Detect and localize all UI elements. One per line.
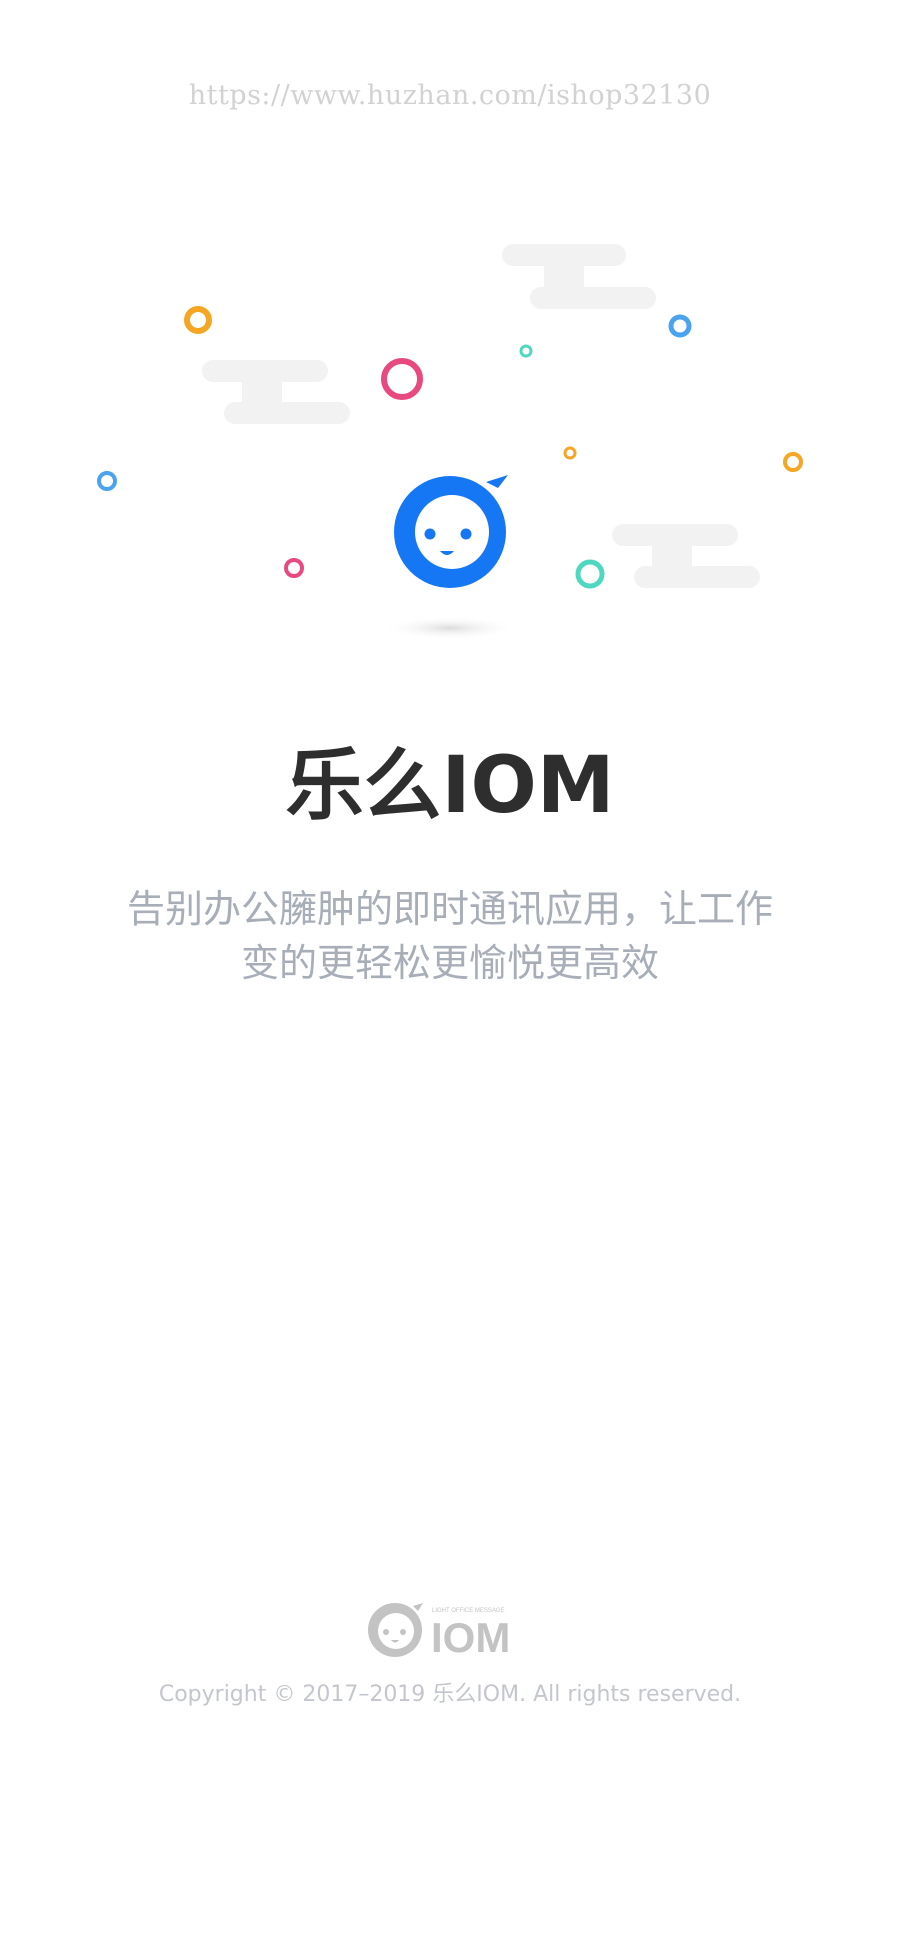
footer-logo: LIGHT OFFICE MESSAGE IOM <box>0 1598 900 1662</box>
mascot-shadow <box>382 616 518 640</box>
app-title: 乐么IOM <box>285 741 615 831</box>
bubble-ring-icon <box>184 306 212 334</box>
mascot-logo-icon <box>394 475 508 588</box>
copyright-text: Copyright © 2017–2019 乐么IOM. All rights … <box>158 1682 742 1707</box>
tagline-line-1: 告别办公臃肿的即时通讯应用，让工作 <box>126 887 773 931</box>
bubble-ring-icon <box>519 344 533 358</box>
bubble-ring-icon <box>284 558 304 578</box>
mascot-logo-icon <box>368 1603 423 1657</box>
bubble-ring-icon <box>668 314 692 338</box>
bubble-ring-icon <box>575 559 605 589</box>
cloud-icon <box>502 244 656 309</box>
hero-illustration <box>0 220 900 660</box>
bubble-ring-icon <box>97 471 117 491</box>
tagline-line-2: 变的更轻松更愉悦更高效 <box>240 941 659 985</box>
app-tagline: 告别办公臃肿的即时通讯应用，让工作 变的更轻松更愉悦更高效 <box>90 882 810 990</box>
bubble-ring-icon <box>783 452 803 472</box>
bubble-ring-icon <box>381 358 423 400</box>
bubble-ring-icon <box>563 446 577 460</box>
cloud-icon <box>202 360 350 424</box>
logo-text: IOM <box>431 1614 510 1661</box>
watermark-url: https://www.huzhan.com/ishop32130 <box>188 80 712 111</box>
cloud-icon <box>612 524 760 588</box>
